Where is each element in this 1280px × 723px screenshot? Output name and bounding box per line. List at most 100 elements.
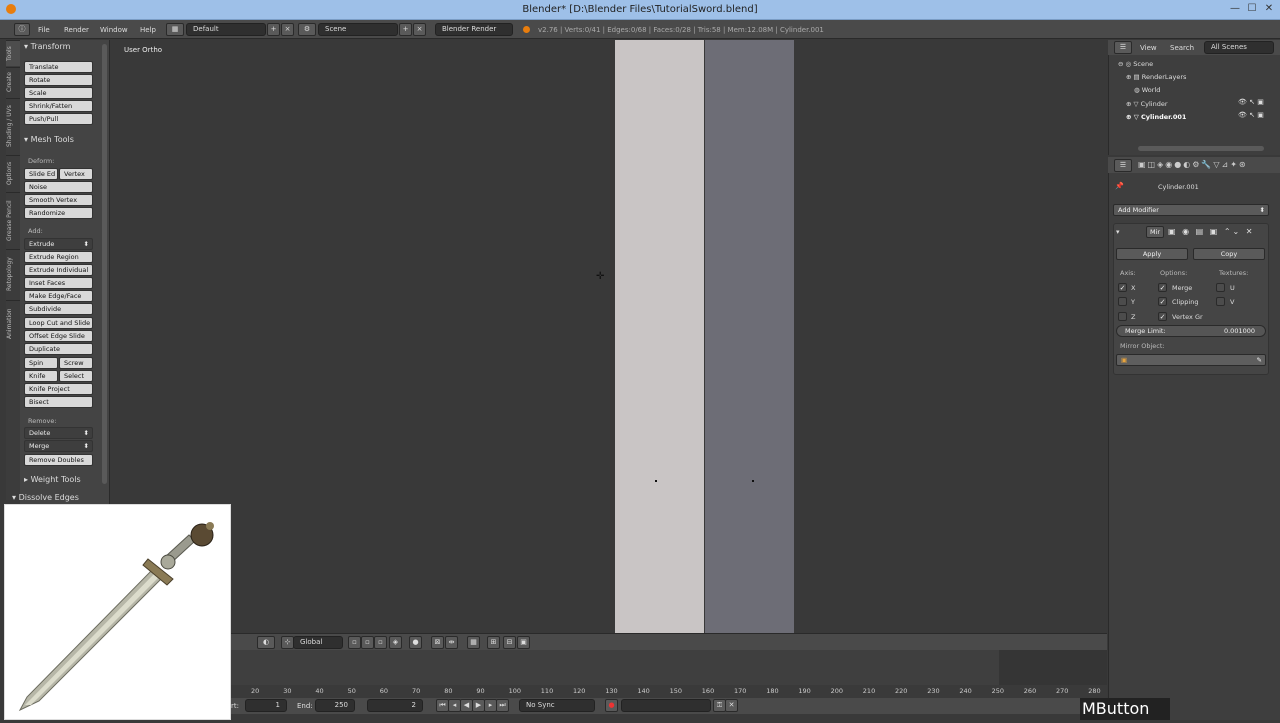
record-icon[interactable]: ●: [605, 699, 618, 712]
merge-limit-field[interactable]: Merge Limit: 0.001000: [1116, 325, 1266, 337]
tab-create[interactable]: Create: [6, 67, 20, 97]
vertex-select-icon[interactable]: ▫: [348, 636, 361, 649]
menu-help[interactable]: Help: [140, 26, 156, 34]
edge-select-icon[interactable]: ▫: [361, 636, 374, 649]
3d-viewport[interactable]: [111, 40, 1106, 633]
keying-set-field[interactable]: [621, 699, 711, 712]
tab-tools[interactable]: Tools: [6, 40, 20, 66]
axis-y-checkbox[interactable]: [1118, 297, 1127, 306]
outliner-search-menu[interactable]: Search: [1170, 44, 1194, 52]
spin-button[interactable]: Spin: [24, 357, 58, 369]
layout-select[interactable]: Default: [186, 23, 266, 36]
delete-dropdown[interactable]: Delete ⬍: [24, 427, 93, 439]
weight-tools-header[interactable]: ▸ Weight Tools: [24, 475, 81, 484]
mesh-face-light[interactable]: [615, 40, 704, 633]
menu-window[interactable]: Window: [100, 26, 128, 34]
close-button[interactable]: ✕: [1262, 3, 1276, 15]
orientation-select[interactable]: Global: [293, 636, 343, 649]
merge-checkbox[interactable]: ✓: [1158, 283, 1167, 292]
outliner-display-select[interactable]: All Scenes: [1204, 41, 1274, 54]
loop-cut-button[interactable]: Loop Cut and Slide: [24, 317, 93, 329]
modifier-visibility-icons[interactable]: ▣ ◉ ▤ ▣ ⌃⌄ ✕: [1168, 227, 1254, 236]
inset-faces-button[interactable]: Inset Faces: [24, 277, 93, 289]
layout-add-icon[interactable]: +: [267, 23, 280, 36]
pin-icon[interactable]: 📌: [1115, 182, 1124, 190]
outliner-row-scene[interactable]: ⊖ ◎ Scene: [1118, 60, 1153, 68]
render-icon[interactable]: ⊞: [487, 636, 500, 649]
translate-button[interactable]: Translate: [24, 61, 93, 73]
jump-end-icon[interactable]: ⏭: [496, 699, 509, 712]
timeline-ruler[interactable]: 20 30 40 50 60 70 80 90 100 110 120 130 140 150 160 170…: [231, 685, 1107, 698]
randomize-button[interactable]: Randomize: [24, 207, 93, 219]
extrude-dropdown[interactable]: Extrude ⬍: [24, 238, 93, 250]
outliner-row-renderlayers[interactable]: ⊕ ▤ RenderLayers: [1126, 73, 1186, 81]
outliner-row-cylinder[interactable]: ⊕ ▽ Cylinder: [1126, 100, 1168, 108]
face-select-icon[interactable]: ▫: [374, 636, 387, 649]
mirror-object-field[interactable]: ▣ ✎: [1116, 354, 1266, 366]
toolshelf-scrollbar[interactable]: [102, 44, 107, 484]
outliner-scrollbar[interactable]: [1138, 146, 1264, 151]
sync-select[interactable]: No Sync: [519, 699, 595, 712]
bisect-button[interactable]: Bisect: [24, 396, 93, 408]
occlude-icon[interactable]: ◈: [389, 636, 402, 649]
screw-button[interactable]: Screw: [59, 357, 93, 369]
menu-render[interactable]: Render: [64, 26, 89, 34]
knife-select-button[interactable]: Select: [59, 370, 93, 382]
knife-button[interactable]: Knife: [24, 370, 58, 382]
tab-options[interactable]: Options: [6, 155, 20, 191]
menu-file[interactable]: File: [38, 26, 50, 34]
vertex-slide-button[interactable]: Vertex: [59, 168, 93, 180]
tab-animation[interactable]: Animation: [6, 300, 20, 346]
extrude-individual-button[interactable]: Extrude Individual: [24, 264, 93, 276]
scene-icon[interactable]: ⚙: [298, 23, 316, 36]
apply-button[interactable]: Apply: [1116, 248, 1188, 260]
camera-icon[interactable]: ▣: [517, 636, 530, 649]
outliner-editor-icon[interactable]: ☰: [1114, 41, 1132, 54]
texture-v-checkbox[interactable]: [1216, 297, 1225, 306]
viewport-shading-icon[interactable]: ◐: [257, 636, 275, 649]
outliner-row-cylinder-001[interactable]: ⊕ ▽ Cylinder.001: [1126, 113, 1186, 121]
knife-project-button[interactable]: Knife Project: [24, 383, 93, 395]
remove-doubles-button[interactable]: Remove Doubles: [24, 454, 93, 466]
layout-icon[interactable]: ▦: [166, 23, 184, 36]
current-frame-field[interactable]: 2: [367, 699, 423, 712]
tab-grease-pencil[interactable]: Grease Pencil: [6, 192, 20, 248]
pivot-icon[interactable]: ●: [409, 636, 422, 649]
mesh-tools-header[interactable]: ▾ Mesh Tools: [24, 135, 74, 144]
tab-shading-uvs[interactable]: Shading / UVs: [6, 98, 20, 154]
noise-button[interactable]: Noise: [24, 181, 93, 193]
slide-edge-button[interactable]: Slide Ed: [24, 168, 58, 180]
eye-icon[interactable]: 👁 ↖ ▣: [1238, 98, 1264, 106]
texture-u-checkbox[interactable]: [1216, 283, 1225, 292]
dissolve-edges-header[interactable]: ▾ Dissolve Edges: [12, 493, 79, 502]
layout-remove-icon[interactable]: ×: [281, 23, 294, 36]
properties-context-icons[interactable]: ▣◫◈◉●◐⚙🔧▽⊿✦⊛: [1138, 160, 1248, 169]
smooth-vertex-button[interactable]: Smooth Vertex: [24, 194, 93, 206]
make-edge-face-button[interactable]: Make Edge/Face: [24, 290, 93, 302]
scene-select[interactable]: Scene: [318, 23, 398, 36]
merge-dropdown[interactable]: Merge ⬍: [24, 440, 93, 452]
editor-type-icon[interactable]: ⓘ: [14, 23, 30, 36]
properties-editor-icon[interactable]: ☰: [1114, 159, 1132, 172]
rotate-button[interactable]: Rotate: [24, 74, 93, 86]
shrink-fatten-button[interactable]: Shrink/Fatten: [24, 100, 93, 112]
end-frame-field[interactable]: 250: [315, 699, 355, 712]
grid-icon[interactable]: ▦: [467, 636, 480, 649]
collapse-icon[interactable]: ▾: [1116, 228, 1120, 236]
push-pull-button[interactable]: Push/Pull: [24, 113, 93, 125]
extrude-region-button[interactable]: Extrude Region: [24, 251, 93, 263]
subdivide-button[interactable]: Subdivide: [24, 303, 93, 315]
copy-button[interactable]: Copy: [1193, 248, 1265, 260]
add-modifier-dropdown[interactable]: Add Modifier ⬍: [1113, 204, 1269, 216]
keyframe-delete-icon[interactable]: ✕: [725, 699, 738, 712]
modifier-name-field[interactable]: Mir: [1146, 226, 1164, 238]
duplicate-button[interactable]: Duplicate: [24, 343, 93, 355]
transform-header[interactable]: ▾ Transform: [24, 42, 70, 51]
clipping-checkbox[interactable]: ✓: [1158, 297, 1167, 306]
mesh-face-dark[interactable]: [705, 40, 794, 633]
vertex-dot[interactable]: [752, 480, 754, 482]
tab-retopology[interactable]: Retopology: [6, 249, 20, 299]
outliner-row-world[interactable]: ◍ World: [1134, 86, 1160, 94]
render-engine-select[interactable]: Blender Render: [435, 23, 513, 36]
minimize-button[interactable]: —: [1228, 3, 1242, 15]
